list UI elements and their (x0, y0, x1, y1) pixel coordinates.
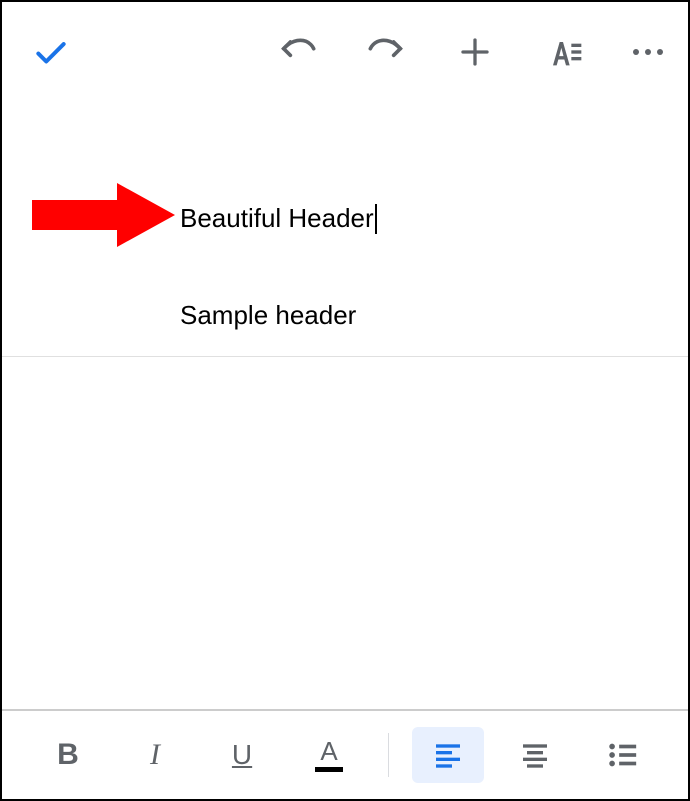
bulleted-list-button[interactable] (586, 727, 658, 783)
italic-button[interactable]: I (119, 727, 191, 783)
bottom-toolbar: B I U A (2, 709, 688, 799)
bold-icon: B (57, 738, 79, 772)
underline-icon: U (232, 739, 252, 771)
insert-button[interactable] (457, 34, 493, 70)
more-dot-icon (657, 49, 663, 55)
bulleted-list-icon (605, 738, 639, 772)
align-center-button[interactable] (499, 727, 571, 783)
bold-button[interactable]: B (32, 727, 104, 783)
done-button[interactable] (32, 33, 70, 71)
more-dot-icon (645, 49, 651, 55)
text-color-icon: A (315, 738, 343, 772)
text-color-button[interactable]: A (293, 727, 365, 783)
italic-icon: I (150, 738, 160, 772)
undo-button[interactable] (277, 32, 317, 72)
align-center-icon (519, 739, 551, 771)
underline-button[interactable]: U (206, 727, 278, 783)
redo-button[interactable] (367, 32, 407, 72)
align-left-button[interactable] (412, 727, 484, 783)
header-text[interactable]: Beautiful Header (180, 203, 377, 234)
more-button[interactable] (633, 49, 663, 55)
top-toolbar (2, 2, 688, 102)
text-cursor-icon (375, 204, 377, 234)
header-text-content: Beautiful Header (180, 203, 374, 234)
text-format-button[interactable] (543, 32, 583, 72)
document-area[interactable]: Beautiful Header Sample header (2, 102, 688, 712)
toolbar-divider (388, 733, 389, 777)
more-dot-icon (633, 49, 639, 55)
body-text[interactable]: Sample header (180, 300, 356, 331)
top-toolbar-right (277, 32, 663, 72)
align-left-icon (432, 739, 464, 771)
